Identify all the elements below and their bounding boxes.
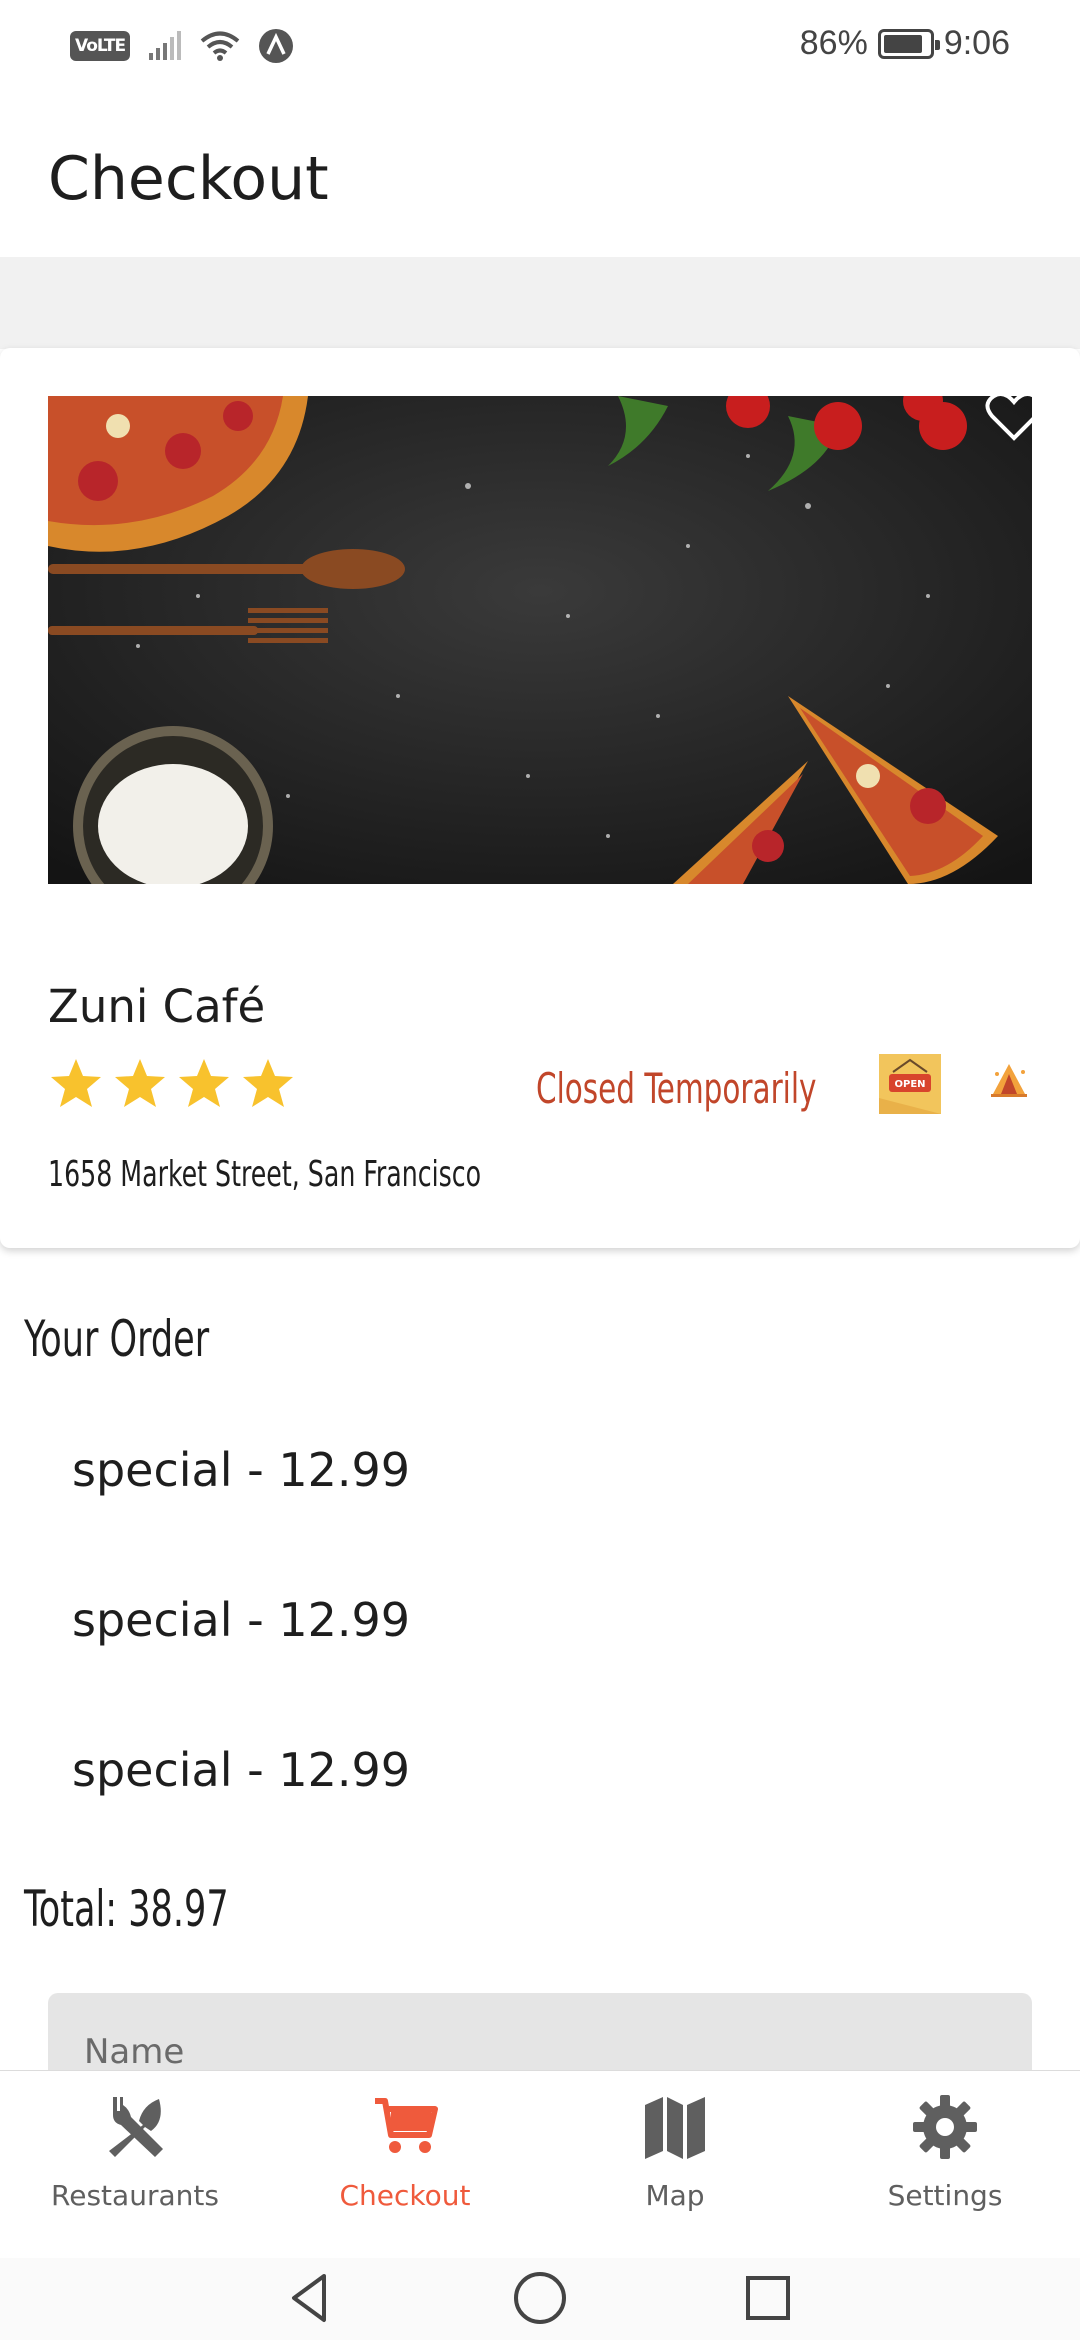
header-divider-band	[0, 257, 1080, 349]
fork-knife-icon	[109, 2097, 163, 2157]
order-item[interactable]: special - 12.99	[72, 1440, 410, 1590]
volte-badge: VoLTE	[70, 31, 131, 61]
wifi-icon	[200, 31, 240, 61]
nav-label: Map	[645, 2179, 705, 2212]
star-icon	[51, 1059, 101, 1107]
restaurant-image	[48, 396, 1032, 884]
nav-item-settings[interactable]: Settings	[810, 2071, 1080, 2258]
home-circle-icon[interactable]	[510, 2268, 570, 2328]
nav-label: Settings	[887, 2179, 1003, 2212]
rating-stars	[48, 1056, 296, 1112]
cart-icon	[375, 2098, 438, 2153]
bottom-navigation: Restaurants Checkout Map Settings	[0, 2070, 1080, 2258]
nav-label: Checkout	[339, 2179, 471, 2212]
restaurant-status: Closed Temporarily	[536, 1064, 817, 1113]
battery-percent: 86%	[799, 24, 868, 62]
nav-item-checkout[interactable]: Checkout	[270, 2071, 540, 2258]
star-icon	[243, 1059, 293, 1107]
order-item[interactable]: special - 12.99	[72, 1590, 410, 1740]
order-total: Total: 38.97	[24, 1880, 229, 1938]
nav-item-map[interactable]: Map	[540, 2071, 810, 2258]
battery-fill	[883, 34, 922, 53]
clock: 9:06	[943, 24, 1010, 62]
a-badge-icon	[259, 29, 294, 63]
nav-label: Restaurants	[51, 2179, 219, 2212]
order-heading: Your Order	[24, 1310, 210, 1368]
gear-icon	[913, 2095, 977, 2159]
order-item[interactable]: special - 12.99	[72, 1740, 410, 1890]
status-bar: VoLTE 86% 9:06	[0, 0, 1080, 92]
star-icon	[115, 1059, 165, 1107]
status-bar-right: 86% 9:06	[800, 24, 1010, 63]
map-icon	[645, 2097, 705, 2159]
nav-item-restaurants[interactable]: Restaurants	[0, 2071, 270, 2258]
recents-square-icon[interactable]	[738, 2268, 798, 2328]
restaurant-name: Zuni Café	[48, 980, 266, 1033]
order-list: special - 12.99 special - 12.99 special …	[72, 1440, 410, 1890]
restaurant-address: 1658 Market Street, San Francisco	[48, 1154, 482, 1195]
star-icon	[179, 1059, 229, 1107]
page-title: Checkout	[48, 144, 329, 214]
open-sign-text: OPEN	[894, 1079, 925, 1090]
open-sign-icon: OPEN	[879, 1054, 941, 1114]
app-bar: Checkout	[0, 92, 1080, 257]
system-navigation-bar	[0, 2258, 1080, 2340]
pizza-photo-illustration	[48, 396, 1032, 884]
camp-icon	[991, 1064, 1027, 1097]
back-triangle-icon[interactable]	[280, 2268, 340, 2328]
restaurant-card[interactable]: Zuni Café Closed Temporarily OPEN 1658 M…	[0, 348, 1080, 1248]
heart-outline-icon[interactable]	[984, 396, 1032, 446]
status-bar-left: VoLTE	[70, 28, 294, 64]
signal-icon	[149, 31, 182, 60]
battery-icon	[877, 28, 940, 59]
